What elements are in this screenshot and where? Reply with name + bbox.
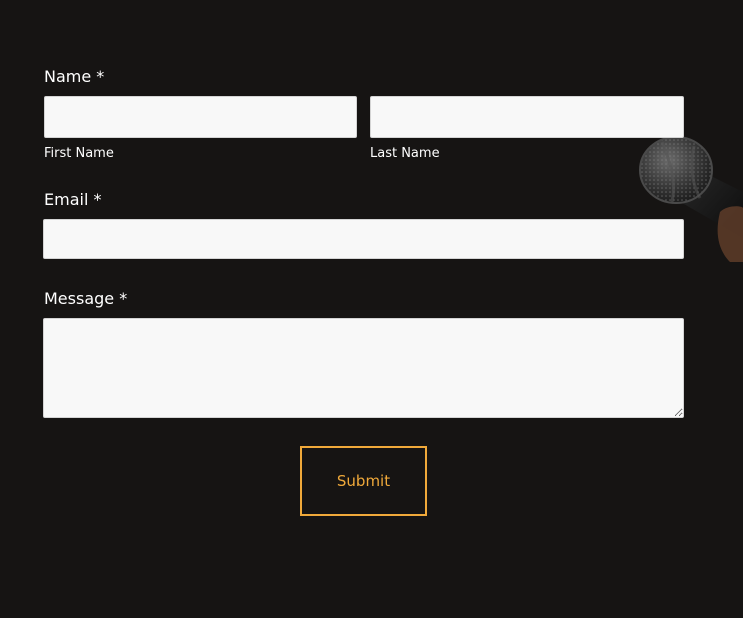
email-label-text: Email bbox=[44, 190, 89, 209]
first-name-input[interactable] bbox=[44, 96, 357, 138]
last-name-sublabel: Last Name bbox=[370, 146, 440, 161]
message-label-text: Message bbox=[44, 289, 115, 308]
name-label-text: Name bbox=[44, 67, 92, 86]
email-required-marker: * bbox=[93, 190, 102, 209]
message-textarea[interactable] bbox=[43, 318, 684, 418]
last-name-input[interactable] bbox=[370, 96, 684, 138]
first-name-sublabel: First Name bbox=[44, 146, 114, 161]
contact-form-page: Name * First Name Last Name Email * Mess… bbox=[0, 0, 743, 618]
name-label: Name * bbox=[44, 67, 104, 87]
submit-button[interactable]: Submit bbox=[300, 446, 427, 516]
email-input[interactable] bbox=[43, 219, 684, 259]
message-label: Message * bbox=[44, 289, 127, 309]
message-required-marker: * bbox=[119, 289, 128, 308]
email-label: Email * bbox=[44, 190, 101, 210]
name-required-marker: * bbox=[96, 67, 105, 86]
